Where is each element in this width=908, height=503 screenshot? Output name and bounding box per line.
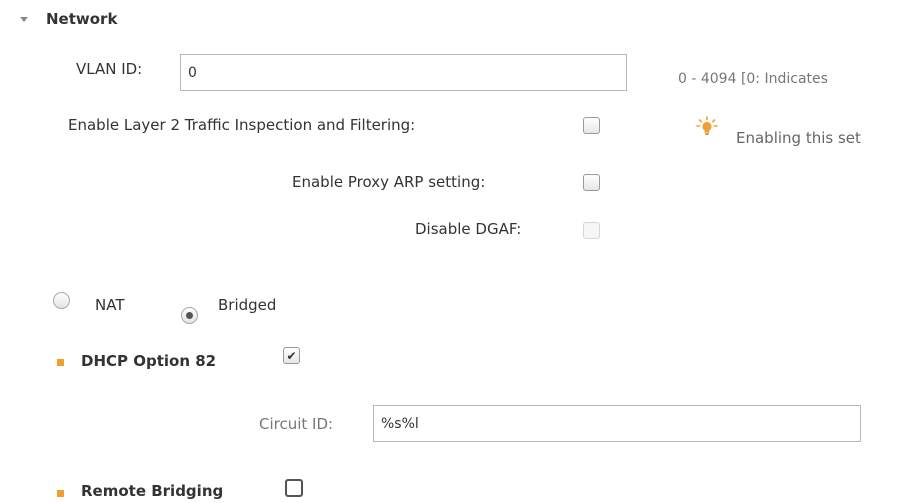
bridged-label: Bridged [218,296,277,314]
remote-bridging-checkbox[interactable] [285,479,303,497]
dhcp82-bullet-icon [57,359,64,366]
nat-radio[interactable] [53,292,70,309]
layer2-inspection-label: Enable Layer 2 Traffic Inspection and Fi… [68,116,416,134]
layer2-inspection-checkbox[interactable] [583,117,600,134]
caret-down-icon[interactable] [20,17,28,22]
dhcp82-label: DHCP Option 82 [81,352,217,370]
proxy-arp-label: Enable Proxy ARP setting: [292,173,486,191]
disable-dgaf-label: Disable DGAF: [415,220,522,238]
circuit-id-label: Circuit ID: [259,415,334,433]
checkmark-icon: ✔ [286,348,297,363]
layer2-tip-text: Enabling this set [736,129,861,147]
vlan-id-hint: 0 - 4094 [0: Indicates [678,71,828,87]
lightbulb-icon [696,116,718,135]
remote-bridging-label: Remote Bridging [81,482,224,500]
disable-dgaf-checkbox [583,222,600,239]
network-section-header[interactable]: Network [20,8,117,30]
dhcp82-checkbox[interactable]: ✔ [283,347,300,364]
vlan-id-label: VLAN ID: [76,60,143,78]
section-title: Network [46,10,118,28]
circuit-id-input[interactable] [373,405,861,442]
nat-label: NAT [95,296,125,314]
proxy-arp-checkbox[interactable] [583,174,600,191]
remote-bridging-bullet-icon [57,490,64,497]
bridged-radio[interactable] [181,307,198,324]
vlan-id-input[interactable] [180,54,627,91]
